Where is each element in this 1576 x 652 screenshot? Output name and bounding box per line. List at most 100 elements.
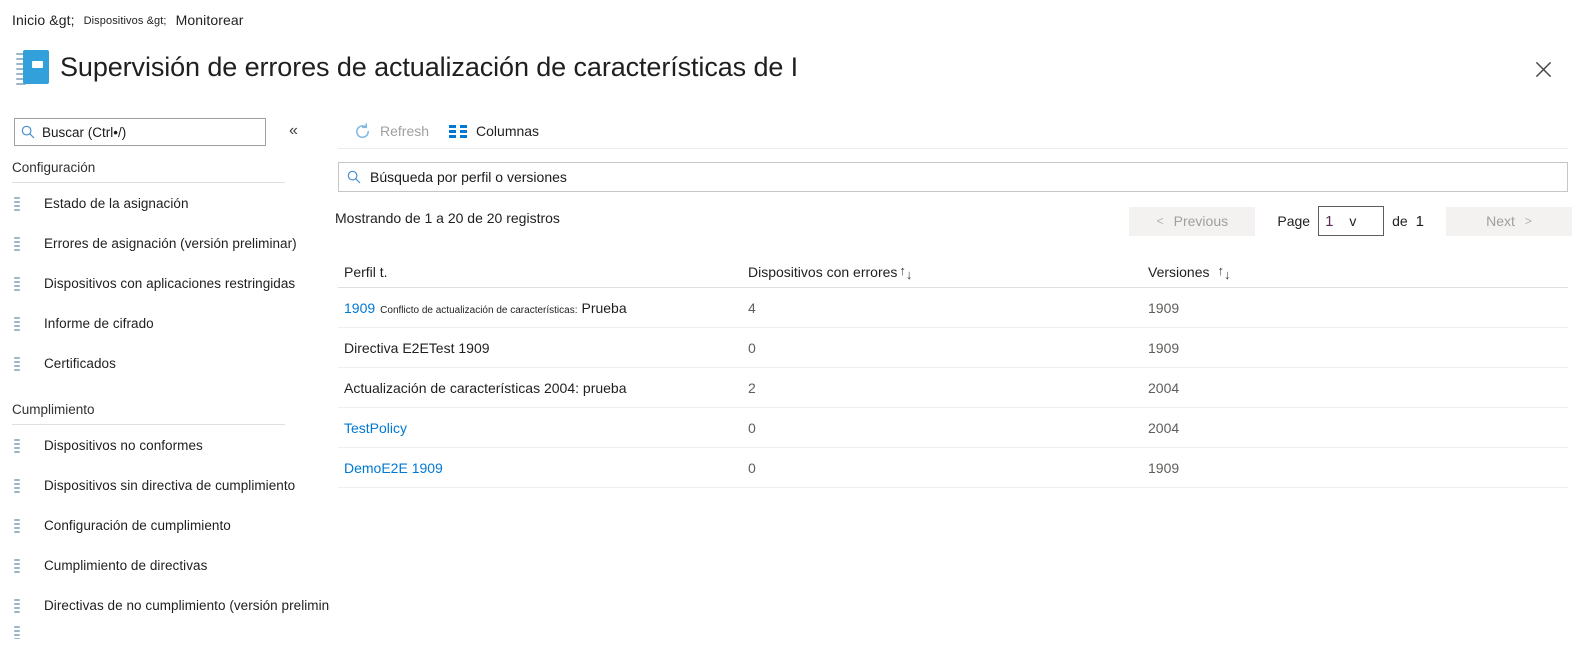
sidebar-group-configuracion: Configuración Estado de la asignación Er…	[0, 158, 330, 383]
chevron-left-icon: <	[1156, 214, 1164, 228]
column-header-dispositivos-con-errores[interactable]: Dispositivos con errores ↑ ↓	[748, 264, 1148, 287]
sidebar-item-estado-de-la-asignacion[interactable]: Estado de la asignación	[0, 183, 330, 223]
sidebar-item-dispositivos-sin-directiva-de-cumplimiento[interactable]: Dispositivos sin directiva de cumplimien…	[0, 465, 330, 505]
cell-errors: 0	[748, 459, 756, 476]
sidebar-item-dispositivos-no-conformes[interactable]: Dispositivos no conformes	[0, 425, 330, 465]
app-page: Inicio &gt; Dispositivos &gt; Monitorear…	[0, 0, 1576, 652]
records-summary: Mostrando de 1 a 20 de 20 registros	[335, 210, 560, 226]
sidebar-group-label: Cumplimiento	[12, 402, 95, 417]
sidebar-group-cumplimiento: Cumplimiento Dispositivos no conformes D…	[0, 400, 330, 639]
column-header-versiones[interactable]: Versiones ↑ ↓	[1148, 264, 1568, 287]
profile-link[interactable]: 1909	[344, 300, 375, 316]
sidebar-item-label: Dispositivos no conformes	[44, 437, 203, 453]
notebook-report-icon	[14, 234, 32, 253]
sort-arrows-icon: ↑ ↓	[1217, 264, 1231, 282]
columns-button[interactable]: Columnas	[439, 115, 549, 147]
sidebar-item-label: Informe de cifrado	[44, 315, 154, 331]
notebook-report-icon	[14, 436, 32, 455]
page-title: Supervisión de errores de actualización …	[60, 51, 799, 82]
previous-button[interactable]: < Previous	[1129, 206, 1256, 236]
sidebar-item-label: Certificados	[44, 355, 116, 371]
sidebar-item-label: Errores de asignación (versión prelimina…	[44, 235, 297, 251]
sort-descending-icon: ↓	[1223, 267, 1231, 282]
refresh-label: Refresh	[380, 123, 430, 139]
notebook-report-icon	[14, 516, 32, 535]
cell-version: 1909	[1148, 459, 1180, 476]
chevron-down-icon: v	[1349, 213, 1357, 229]
sidebar-item-label: Dispositivos con aplicaciones restringid…	[44, 275, 296, 291]
page-label: Page	[1277, 213, 1311, 229]
results-table: Perfil t. Dispositivos con errores ↑ ↓ V…	[338, 250, 1568, 488]
sidebar-item-label: Dispositivos sin directiva de cumplimien…	[44, 477, 296, 493]
divider	[338, 148, 1568, 149]
table-row[interactable]: Directiva E2ETest 1909 0 1909	[338, 328, 1568, 368]
title-bar: Supervisión de errores de actualización …	[0, 40, 1576, 94]
sidebar-item-informe-de-cifrado[interactable]: Informe de cifrado	[0, 303, 330, 343]
column-header-label: Dispositivos con errores	[748, 264, 898, 280]
profile-suffix: Prueba	[581, 299, 627, 316]
chevron-right-icon: >	[1524, 214, 1532, 228]
column-header-perfil[interactable]: Perfil t.	[338, 264, 748, 287]
search-icon	[21, 125, 35, 139]
table-row[interactable]: Actualización de características 2004: p…	[338, 368, 1568, 408]
sidebar-group-label: Configuración	[12, 160, 96, 175]
cell-errors: 2	[748, 379, 756, 396]
previous-label: Previous	[1173, 213, 1229, 229]
breadcrumb-item-dispositivos[interactable]: Dispositivos &gt;	[84, 15, 167, 27]
notebook-report-icon	[14, 354, 32, 373]
cell-version: 1909	[1148, 339, 1180, 356]
sidebar-item-label: Cumplimiento de directivas	[44, 557, 208, 573]
cell-version: 2004	[1148, 379, 1180, 396]
command-bar: Refresh Columnas	[330, 112, 549, 150]
breadcrumb: Inicio &gt; Dispositivos &gt; Monitorear	[12, 12, 244, 28]
close-icon[interactable]	[1528, 54, 1558, 84]
sidebar-item-partial[interactable]	[0, 625, 330, 639]
table-row[interactable]: 1909 Conflicto de actualización de carac…	[338, 288, 1568, 328]
search-input[interactable]: Buscar (Ctrl•/)	[14, 118, 266, 146]
refresh-icon	[354, 122, 371, 140]
cell-errors: 0	[748, 419, 756, 436]
page-number-input[interactable]: 1 v	[1318, 206, 1385, 236]
next-button[interactable]: Next >	[1446, 206, 1572, 236]
cell-version: 2004	[1148, 419, 1180, 436]
search-icon	[347, 170, 361, 184]
table-row[interactable]: TestPolicy 0 2004	[338, 408, 1568, 448]
of-label: de	[1392, 213, 1408, 229]
notebook-report-icon	[14, 194, 32, 213]
cell-errors: 0	[748, 339, 756, 356]
sort-descending-icon: ↓	[905, 267, 913, 282]
chevron-double-left-icon[interactable]: «	[289, 121, 298, 141]
cell-version: 1909	[1148, 299, 1180, 316]
refresh-button[interactable]: Refresh	[344, 115, 439, 147]
profile-link[interactable]: DemoE2E 1909	[344, 460, 443, 476]
sidebar: Buscar (Ctrl•/) « Configuración Estado d…	[0, 100, 330, 652]
column-header-label: Versiones	[1148, 264, 1210, 280]
notebook-report-icon	[14, 476, 32, 495]
profile-subtext: Conflicto de actualización de caracterís…	[380, 304, 578, 316]
column-header-label: Perfil t.	[344, 264, 388, 280]
sidebar-item-configuracion-de-cumplimiento[interactable]: Configuración de cumplimiento	[0, 505, 330, 545]
profile-link[interactable]: TestPolicy	[344, 420, 407, 436]
sidebar-search-row: Buscar (Ctrl•/) «	[14, 118, 314, 146]
breadcrumb-item-inicio[interactable]: Inicio &gt;	[12, 12, 75, 28]
page-selector: Page 1 v de 1	[1277, 206, 1424, 236]
sidebar-item-cumplimiento-de-directivas[interactable]: Cumplimiento de directivas	[0, 545, 330, 585]
breadcrumb-item-monitorear[interactable]: Monitorear	[176, 12, 244, 28]
pagination: < Previous Page 1 v de 1 Next >	[1129, 206, 1572, 236]
notebook-report-icon	[14, 274, 32, 293]
columns-label: Columnas	[476, 123, 540, 139]
cell-profile: 1909 Conflicto de actualización de carac…	[338, 300, 748, 316]
profile-search-input[interactable]: Búsqueda por perfil o versiones	[338, 162, 1568, 192]
table-row[interactable]: DemoE2E 1909 0 1909	[338, 448, 1568, 488]
sidebar-item-errores-de-asignacion[interactable]: Errores de asignación (versión prelimina…	[0, 223, 330, 263]
sidebar-item-certificados[interactable]: Certificados	[0, 343, 330, 383]
sidebar-item-label: Estado de la asignación	[44, 195, 189, 211]
sidebar-item-label: Directivas de no cumplimiento (versión p…	[44, 597, 330, 613]
next-label: Next	[1486, 213, 1515, 229]
cell-errors: 4	[748, 299, 756, 316]
search-placeholder: Buscar (Ctrl•/)	[42, 124, 127, 140]
sidebar-item-directivas-de-no-cumplimiento[interactable]: Directivas de no cumplimiento (versión p…	[0, 585, 330, 625]
table-header-row: Perfil t. Dispositivos con errores ↑ ↓ V…	[338, 250, 1568, 288]
sidebar-item-dispositivos-con-aplicaciones-restringidas[interactable]: Dispositivos con aplicaciones restringid…	[0, 263, 330, 303]
profile-text: Actualización de características 2004: p…	[344, 379, 627, 396]
